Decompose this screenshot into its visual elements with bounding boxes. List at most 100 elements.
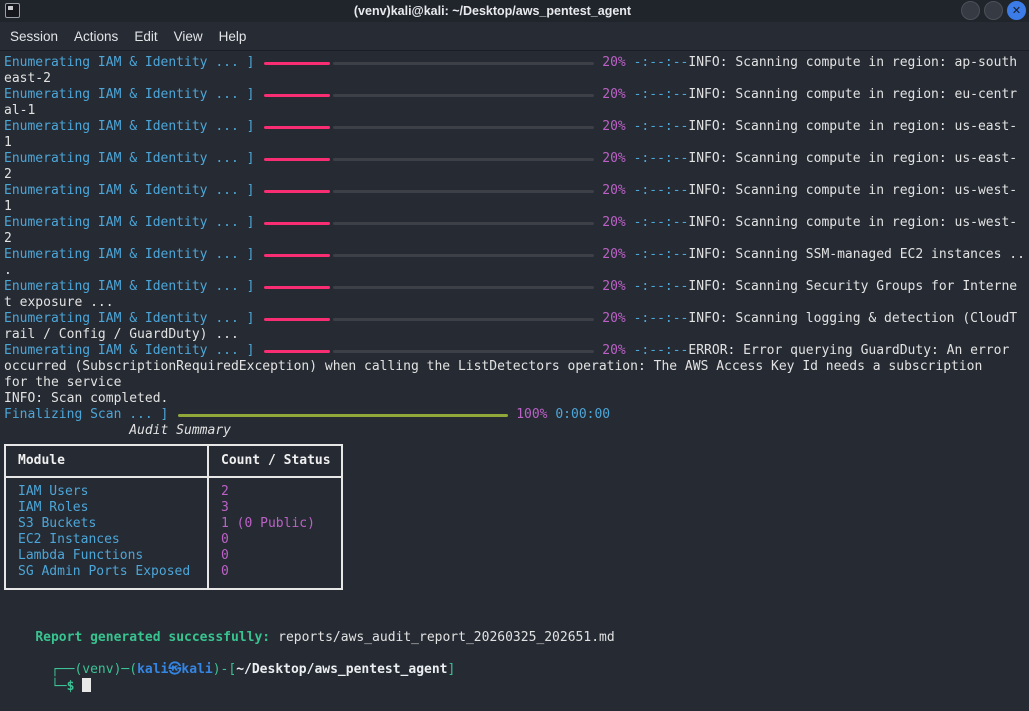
table-row: IAM Roles 3 — [6, 500, 341, 516]
progress-bar-fill — [264, 158, 331, 161]
count-cell: 2 — [221, 484, 229, 499]
shell-prompt: ┌──(venv)─(kali㉿kali)-[~/Desktop/aws_pen… — [4, 646, 1025, 694]
window-title: (venv)kali@kali: ~/Desktop/aws_pentest_a… — [353, 4, 632, 18]
progress-bar-track — [333, 94, 595, 97]
text-segment: occurred (SubscriptionRequiredException)… — [4, 359, 983, 374]
close-button[interactable]: ✕ — [1007, 1, 1026, 20]
text-segment: 20% — [594, 279, 634, 294]
text-segment: Enumerating IAM & Identity ... ] — [4, 279, 255, 294]
text-segment: INFO: Scan completed. — [4, 391, 169, 406]
terminal-line: Enumerating IAM & Identity ... ] 20% -:-… — [4, 183, 1025, 199]
summary-table-body: IAM Users 2 IAM Roles 3 S3 Buckets 1 (0 Publi… — [6, 478, 341, 588]
terminal-line: al-1 — [4, 103, 1025, 119]
menu-session[interactable]: Session — [2, 26, 66, 47]
progress-bar — [178, 407, 509, 423]
terminal-line: Finalizing Scan ... ] 100% 0:00:00 — [4, 407, 1025, 423]
progress-bar-track — [333, 318, 595, 321]
text-segment: 20% — [594, 119, 634, 134]
text-segment: INFO: Scanning SSM-managed EC2 instances… — [688, 247, 1025, 262]
progress-bar-track — [333, 126, 595, 129]
progress-bar — [264, 215, 595, 231]
progress-bar-fill — [178, 414, 509, 417]
prompt-sep1: )─( — [113, 662, 138, 677]
count-cell: 0 — [221, 564, 229, 579]
progress-bar-track — [333, 222, 595, 225]
prompt-frame-close: ] — [447, 662, 456, 677]
terminal-cursor[interactable] — [82, 678, 92, 692]
progress-bar-fill — [264, 190, 331, 193]
terminal-line: 2 — [4, 231, 1025, 247]
terminal-content[interactable]: Enumerating IAM & Identity ... ] 20% -:-… — [0, 51, 1029, 694]
text-segment: 20% — [594, 55, 634, 70]
table-row: EC2 Instances 0 — [6, 532, 341, 548]
titlebar: (venv)kali@kali: ~/Desktop/aws_pentest_a… — [0, 0, 1029, 22]
text-segment: ERROR: Error querying GuardDuty: An erro… — [688, 343, 1010, 358]
terminal-line: east-2 — [4, 71, 1025, 87]
text-segment: -:--:-- — [633, 119, 689, 134]
prompt-frame-bottom: └─ — [50, 679, 67, 694]
menu-view[interactable]: View — [166, 26, 211, 47]
text-segment: -:--:-- — [633, 247, 689, 262]
text-segment: 1 — [4, 199, 12, 214]
progress-bar — [264, 247, 595, 263]
terminal-line: for the service — [4, 375, 1025, 391]
menu-actions[interactable]: Actions — [66, 26, 126, 47]
text-segment: -:--:-- — [633, 55, 689, 70]
text-segment: INFO: Scanning compute in region: us-wes… — [688, 215, 1018, 230]
terminal-line: Enumerating IAM & Identity ... ] 20% -:-… — [4, 87, 1025, 103]
menu-help[interactable]: Help — [211, 26, 255, 47]
progress-bar-fill — [264, 350, 331, 353]
terminal-line: Enumerating IAM & Identity ... ] 20% -:-… — [4, 311, 1025, 327]
text-segment: 20% — [594, 311, 634, 326]
count-cell: 1 (0 Public) — [221, 516, 315, 531]
progress-bar — [264, 343, 595, 359]
module-cell: IAM Users — [18, 484, 89, 499]
terminal-line: 2 — [4, 167, 1025, 183]
terminal-line: Enumerating IAM & Identity ... ] 20% -:-… — [4, 215, 1025, 231]
count-cell: 3 — [221, 500, 229, 515]
progress-bar — [264, 55, 595, 71]
text-segment: INFO: Scanning logging & detection (Clou… — [688, 311, 1018, 326]
report-path: reports/aws_audit_report_20260325_202651… — [278, 630, 615, 645]
text-segment: -:--:-- — [633, 279, 689, 294]
progress-bar — [264, 87, 595, 103]
close-icon: ✕ — [1011, 4, 1022, 17]
terminal-line: Enumerating IAM & Identity ... ] 20% -:-… — [4, 279, 1025, 295]
terminal-line: rail / Config / GuardDuty) ... — [4, 327, 1025, 343]
module-cell: EC2 Instances — [18, 532, 120, 547]
menu-edit[interactable]: Edit — [126, 26, 165, 47]
text-segment: Enumerating IAM & Identity ... ] — [4, 55, 255, 70]
text-segment: Enumerating IAM & Identity ... ] — [4, 343, 255, 358]
terminal-line: t exposure ... — [4, 295, 1025, 311]
text-segment: east-2 — [4, 71, 51, 86]
maximize-button[interactable] — [984, 1, 1003, 20]
text-segment: t exposure ... — [4, 295, 114, 310]
progress-bar — [264, 279, 595, 295]
report-status: Report generated successfully: — [35, 630, 271, 645]
table-header-count: Count / Status — [221, 453, 331, 468]
progress-bar-track — [333, 286, 595, 289]
module-cell: SG Admin Ports Exposed — [18, 564, 191, 579]
text-segment: -:--:-- — [633, 183, 689, 198]
terminal-line: Enumerating IAM & Identity ... ] 20% -:-… — [4, 247, 1025, 263]
text-segment: INFO: Scanning compute in region: us-eas… — [688, 151, 1018, 166]
table-row: Lambda Functions 0 — [6, 548, 341, 564]
progress-bar-fill — [264, 254, 331, 257]
terminal-line: . — [4, 263, 1025, 279]
text-segment: 2 — [4, 231, 12, 246]
minimize-button[interactable] — [961, 1, 980, 20]
prompt-sep2: )-[ — [212, 662, 237, 677]
text-segment: 100% — [508, 407, 556, 422]
count-cell: 0 — [221, 548, 229, 563]
text-segment: -:--:-- — [633, 87, 689, 102]
text-segment: Enumerating IAM & Identity ... ] — [4, 119, 255, 134]
text-segment: INFO: Scanning compute in region: us-wes… — [688, 183, 1018, 198]
table-row: IAM Users 2 — [6, 484, 341, 500]
text-segment: Enumerating IAM & Identity ... ] — [4, 87, 255, 102]
text-segment: Enumerating IAM & Identity ... ] — [4, 247, 255, 262]
terminal-line: 1 — [4, 199, 1025, 215]
progress-bar-track — [333, 350, 595, 353]
text-segment: 20% — [594, 215, 634, 230]
text-segment: Finalizing Scan ... ] — [4, 407, 169, 422]
